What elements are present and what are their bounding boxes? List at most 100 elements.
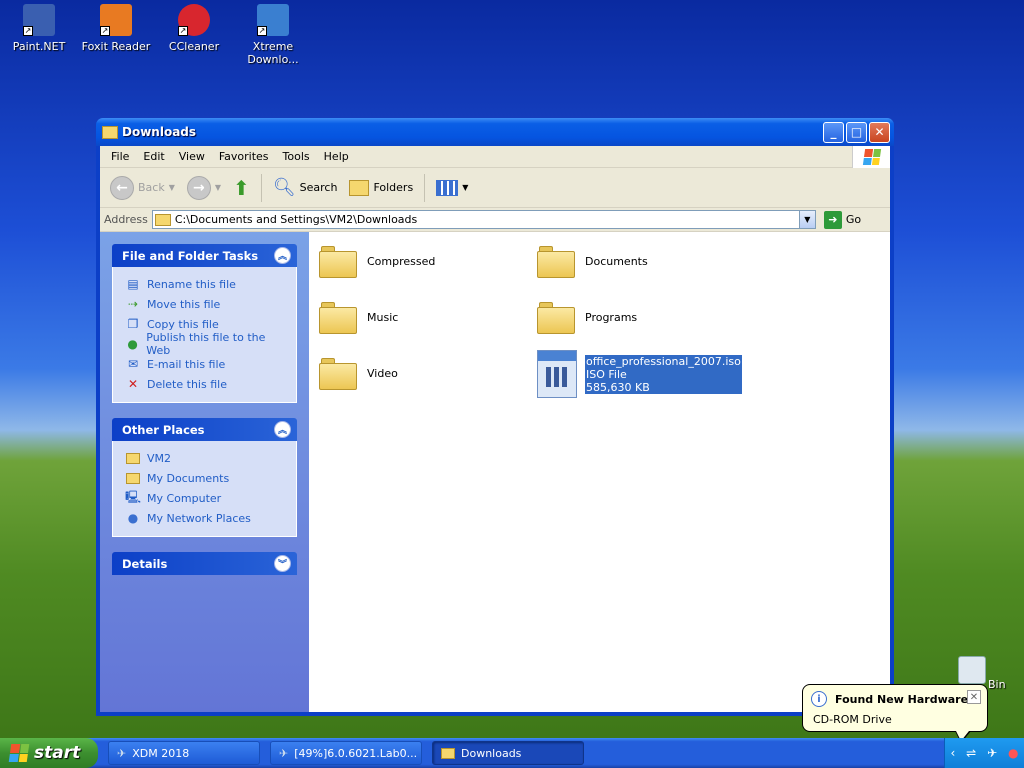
menu-favorites[interactable]: Favorites [212, 150, 276, 163]
minimize-button[interactable]: _ [823, 121, 844, 143]
notification-balloon[interactable]: i Found New Hardware ✕ CD-ROM Drive [802, 684, 988, 743]
folder-item-music[interactable]: Music [319, 300, 398, 334]
forward-button[interactable]: → ▼ [183, 174, 225, 202]
menu-edit[interactable]: Edit [136, 150, 171, 163]
folder-icon [537, 300, 575, 334]
iso-file-icon [537, 350, 577, 398]
folder-icon [319, 244, 357, 278]
folders-button[interactable]: Folders [345, 178, 417, 198]
menu-view[interactable]: View [172, 150, 212, 163]
item-label: Documents [585, 254, 648, 268]
folder-up-icon: ⬆ [233, 175, 250, 200]
folder-icon [441, 747, 455, 759]
explorer-content: File and Folder Tasks ︽ ▤ Rename this fil… [100, 232, 890, 712]
desktop-icon-xtreme-download[interactable]: ↗ Xtreme Downlo... [234, 4, 312, 66]
go-button[interactable]: ➜ Go [823, 210, 862, 229]
task-label: Publish this file to the Web [146, 331, 266, 357]
folder-icon [319, 300, 357, 334]
go-label: Go [845, 213, 862, 226]
taskbar-button-xdm[interactable]: ✈ XDM 2018 [108, 741, 260, 765]
maximize-button[interactable]: □ [846, 121, 867, 143]
window-title: Downloads [122, 125, 197, 139]
my-documents-icon [125, 470, 141, 486]
taskbar-button-downloads[interactable]: Downloads [432, 741, 584, 765]
folder-icon [125, 450, 141, 466]
place-my-computer[interactable]: 🖳︎ My Computer [125, 488, 286, 508]
desktop-icon-label: Xtreme Downlo... [247, 40, 299, 66]
place-my-documents[interactable]: My Documents [125, 468, 286, 488]
folder-item-documents[interactable]: Documents [537, 244, 648, 278]
tray-expand-icon[interactable]: ‹ [950, 746, 955, 760]
place-label: VM2 [147, 451, 172, 465]
menu-file[interactable]: File [104, 150, 136, 163]
menu-bar: File Edit View Favorites Tools Help [100, 146, 890, 168]
other-places-header[interactable]: Other Places ︽ [112, 418, 297, 441]
other-places-body: VM2 My Documents 🖳︎ My Computer ● My Netwo… [112, 441, 297, 537]
chevron-down-icon: ▼ [214, 183, 222, 192]
folder-icon [102, 125, 118, 139]
file-item-iso[interactable]: office_professional_2007.iso ISO File 58… [537, 350, 742, 398]
file-folder-tasks-header[interactable]: File and Folder Tasks ︽ [112, 244, 297, 267]
desktop-icon-ccleaner[interactable]: ↗ CCleaner [155, 4, 233, 53]
minimize-icon: _ [830, 125, 837, 139]
up-button[interactable]: ⬆ [229, 174, 254, 202]
views-icon [436, 179, 459, 196]
search-button[interactable]: 🔍︎ Search [269, 175, 342, 200]
desktop-icon-paintnet[interactable]: ↗ Paint.NET [0, 4, 78, 53]
place-vm2[interactable]: VM2 [125, 448, 286, 468]
address-input[interactable]: C:\Documents and Settings\VM2\Downloads … [151, 210, 816, 229]
file-size: 585,630 KB [585, 380, 742, 394]
recycle-bin-icon [958, 656, 986, 684]
toolbar-separator [424, 173, 426, 202]
desktop-icon-foxit-reader[interactable]: ↗ Foxit Reader [77, 4, 155, 53]
taskbar-button-download-progress[interactable]: ✈ [49%]6.0.6021.Lab0... [270, 741, 422, 765]
folder-item-video[interactable]: Video [319, 356, 398, 390]
system-tray: ‹ ⇌ ✈ ● [944, 738, 1024, 768]
back-label: Back [138, 181, 165, 194]
forward-arrow-icon: → [186, 175, 211, 200]
collapse-icon[interactable]: ︽ [274, 247, 291, 264]
close-button[interactable]: ✕ [869, 121, 890, 143]
address-bar: Address C:\Documents and Settings\VM2\Do… [100, 208, 890, 232]
other-places-panel: Other Places ︽ VM2 My Documents 🖳︎ My Com… [112, 418, 297, 537]
back-button[interactable]: ← Back ▼ [106, 174, 179, 202]
collapse-icon[interactable]: ︽ [274, 421, 291, 438]
window-titlebar[interactable]: Downloads _ □ ✕ [96, 118, 894, 146]
ccleaner-tray-icon[interactable]: ● [1008, 746, 1018, 760]
back-arrow-icon: ← [110, 175, 134, 200]
panel-title: Other Places [122, 422, 205, 437]
taskbar-button-label: [49%]6.0.6021.Lab0... [294, 746, 418, 760]
folder-item-programs[interactable]: Programs [537, 300, 637, 334]
task-delete[interactable]: ✕ Delete this file [125, 374, 286, 394]
balloon-close-button[interactable]: ✕ [967, 690, 981, 704]
task-rename[interactable]: ▤ Rename this file [125, 274, 286, 294]
place-label: My Network Places [147, 511, 251, 525]
folders-icon [349, 179, 370, 196]
task-publish[interactable]: ● Publish this file to the Web [125, 331, 286, 357]
task-pane: File and Folder Tasks ︽ ▤ Rename this fil… [100, 232, 309, 712]
item-label: Video [367, 366, 398, 380]
folder-item-compressed[interactable]: Compressed [319, 244, 435, 278]
start-button[interactable]: start [0, 738, 98, 768]
taskbar-button-label: XDM 2018 [132, 746, 190, 760]
details-panel: Details ︾ [112, 552, 297, 575]
ccleaner-icon: ↗ [178, 4, 210, 36]
explorer-window: Downloads _ □ ✕ File Edit View Favorites… [96, 118, 894, 716]
item-label: Programs [585, 310, 638, 324]
expand-icon[interactable]: ︾ [274, 555, 291, 572]
menu-help[interactable]: Help [317, 150, 356, 163]
file-name: office_professional_2007.iso [585, 354, 742, 368]
xdm-icon: ✈ [279, 746, 289, 760]
details-header[interactable]: Details ︾ [112, 552, 297, 575]
address-dropdown-button[interactable]: ▼ [798, 211, 815, 228]
folder-icon [319, 356, 357, 390]
views-button[interactable]: ▼ [432, 178, 472, 198]
place-my-network-places[interactable]: ● My Network Places [125, 508, 286, 528]
task-email[interactable]: ✉ E-mail this file [125, 354, 286, 374]
xdm-tray-icon[interactable]: ✈ [987, 746, 997, 760]
network-icon[interactable]: ⇌ [966, 746, 976, 760]
menu-tools[interactable]: Tools [276, 150, 317, 163]
start-label: start [34, 743, 81, 763]
place-label: My Computer [147, 491, 222, 505]
task-move[interactable]: ⇢ Move this file [125, 294, 286, 314]
